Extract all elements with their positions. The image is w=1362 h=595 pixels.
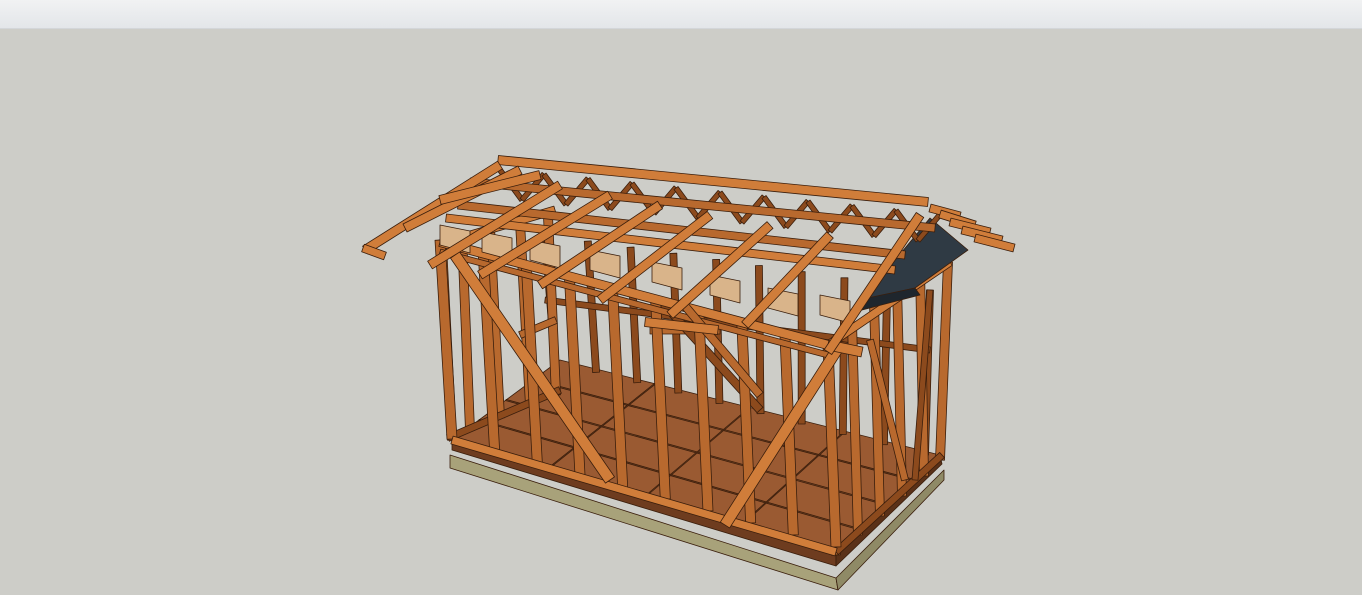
left-end-stud [543, 215, 561, 396]
right-end-stud [935, 261, 953, 461]
3d-viewport[interactable] [0, 29, 1362, 595]
shed-frame-model[interactable] [0, 29, 1362, 595]
modeling-app [0, 0, 1362, 595]
toolbar [0, 0, 1362, 29]
front-stud [434, 239, 458, 440]
